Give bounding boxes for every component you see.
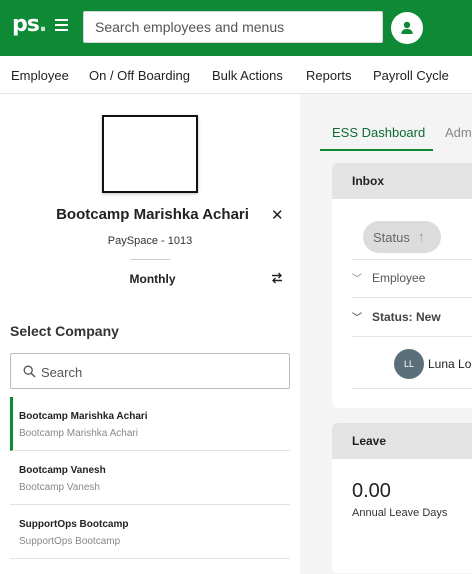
leave-type-label: Annual Leave Days (352, 507, 448, 519)
status-chip-label: Status (373, 230, 410, 245)
company-title: Bootcamp Marishka Achari (19, 411, 148, 422)
pay-frequency: Monthly (129, 272, 176, 286)
company-list-item[interactable]: Bootcamp Marishka Achari Bootcamp Marish… (10, 397, 290, 451)
tab-ess-dashboard[interactable]: ESS Dashboard (332, 125, 425, 140)
user-icon (401, 21, 413, 34)
arrow-up-icon: ↑ (418, 229, 425, 244)
company-search-box (10, 353, 290, 389)
divider (352, 388, 472, 389)
group-row-status[interactable]: ﹀ Status: New (352, 309, 441, 324)
menu-item-bulk-actions[interactable]: Bulk Actions (212, 68, 283, 83)
divider (352, 297, 472, 298)
inbox-person-name[interactable]: Luna Lo (428, 357, 471, 371)
search-icon (23, 365, 36, 378)
company-code: PaySpace - 1013 (107, 235, 193, 247)
top-bar: ps. (0, 0, 472, 56)
group-label: Status: New (372, 310, 441, 324)
company-subtitle: SupportOps Bootcamp (19, 536, 121, 547)
select-company-heading: Select Company (10, 323, 119, 339)
group-label: Employee (372, 271, 426, 285)
employee-panel: Bootcamp Marishka Achari ✕ PaySpace - 10… (0, 94, 300, 574)
switch-frequency-icon[interactable] (270, 271, 284, 290)
leave-title: Leave (332, 423, 472, 459)
leave-balance: 0.00 (352, 480, 391, 502)
menu-icon[interactable] (55, 19, 68, 31)
company-search-input[interactable] (41, 362, 281, 382)
user-profile-button[interactable] (391, 12, 423, 44)
inbox-card: Inbox Status ↑ ﹀ Employee ﹀ Status: New LL… (332, 163, 472, 408)
status-sort-chip[interactable]: Status ↑ (363, 221, 441, 253)
company-title: SupportOps Bootcamp (19, 519, 129, 530)
company-list-item[interactable]: Bootcamp Vanesh Bootcamp Vanesh (10, 451, 290, 505)
global-search-input[interactable] (83, 11, 383, 43)
inbox-title: Inbox (332, 163, 472, 199)
employee-name: Bootcamp Marishka Achari (56, 206, 249, 223)
divider (352, 336, 472, 337)
chevron-down-icon: ﹀ (352, 313, 362, 324)
menu-item-reports[interactable]: Reports (306, 68, 352, 83)
menu-item-employee[interactable]: Employee (11, 68, 69, 83)
main-menu-bar: Employee On / Off Boarding Bulk Actions … (0, 56, 472, 94)
payspace-logo[interactable]: ps. (12, 12, 47, 37)
tab-admin[interactable]: Adm (445, 125, 472, 140)
company-subtitle: Bootcamp Marishka Achari (19, 428, 138, 439)
active-tab-indicator (320, 149, 433, 151)
group-row-employee[interactable]: ﹀ Employee (352, 270, 425, 285)
avatar: LL (394, 349, 424, 379)
close-icon[interactable]: ✕ (271, 206, 284, 224)
menu-item-on-off-boarding[interactable]: On / Off Boarding (89, 68, 190, 83)
company-list: Bootcamp Marishka Achari Bootcamp Marish… (10, 397, 290, 559)
dashboard-tabs: ESS Dashboard Adm (320, 94, 472, 152)
divider (130, 259, 170, 260)
menu-item-payroll-cycle[interactable]: Payroll Cycle (373, 68, 449, 83)
company-title: Bootcamp Vanesh (19, 465, 106, 476)
employee-photo (102, 115, 198, 193)
dashboard-panel: ESS Dashboard Adm Inbox Status ↑ ﹀ Employ… (300, 94, 472, 574)
leave-card: Leave 0.00 Annual Leave Days (332, 423, 472, 573)
divider (352, 259, 472, 260)
company-list-item[interactable]: SupportOps Bootcamp SupportOps Bootcamp (10, 505, 290, 559)
chevron-down-icon: ﹀ (352, 274, 362, 285)
company-subtitle: Bootcamp Vanesh (19, 482, 100, 493)
